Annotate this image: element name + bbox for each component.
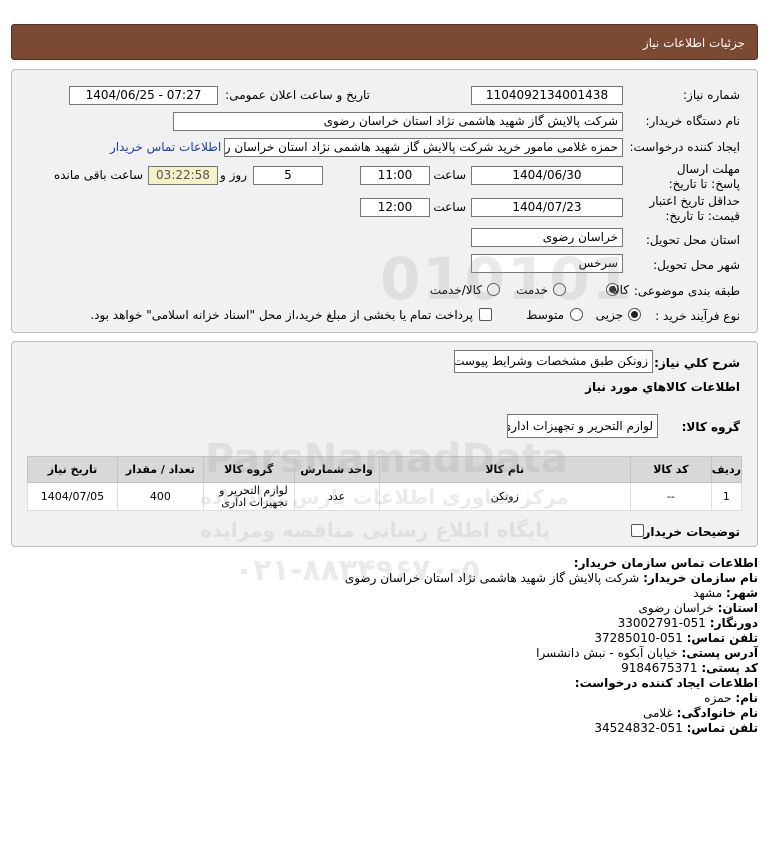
creator-label: ایجاد کننده درخواست:: [629, 140, 740, 154]
contact-org-row: نام سازمان خریدار: شرکت پالایش گاز شهید …: [345, 571, 758, 585]
deadline-date-field[interactable]: 1404/06/30: [471, 166, 623, 185]
cell-qty: 400: [116, 482, 204, 511]
province-label: استان محل تحویل:: [645, 233, 740, 247]
contact-fax-label: دورنگار:: [709, 616, 758, 630]
col-unit: واحد شمارش: [293, 456, 380, 483]
cell-group: لوازم التحریر و تجهیزات اداری: [202, 482, 295, 511]
col-group: گروه کالا: [202, 456, 295, 483]
col-date: تاریخ نیاز: [27, 456, 118, 483]
goods-info-title: اطلاعات کالاهاي مورد نياز: [585, 380, 740, 394]
category-label: طبقه بندی موضوعی:: [633, 284, 740, 298]
contact-org: شرکت پالایش گاز شهید هاشمی نژاد استان خر…: [344, 571, 640, 585]
validity-time-label: ساعت: [433, 200, 466, 214]
city-label: شهر محل تحویل:: [653, 258, 740, 272]
deadline-time-label: ساعت: [433, 168, 466, 182]
contact-postal-row: کد پستی: 9184675371: [621, 661, 758, 675]
cell-row: 1: [710, 482, 743, 511]
creator-family: غلامی: [642, 706, 673, 720]
contact-address: خیابان آبکوه - نبش دانشسرا: [536, 646, 678, 660]
buyer-notes-checkbox[interactable]: [631, 524, 644, 537]
category-radio-service[interactable]: [553, 283, 566, 296]
contact-phone-row: تلفن تماس: 051-37285010: [594, 631, 758, 645]
creator-family-label: نام خانوادگی:: [676, 706, 758, 720]
category-radio-goods-service[interactable]: [487, 283, 500, 296]
creator-phone: 051-34524832: [594, 721, 683, 735]
creator-field[interactable]: حمزه غلامی مامور خرید شرکت پالایش گاز شه…: [224, 138, 623, 157]
validity-date-field[interactable]: 1404/07/23: [471, 198, 623, 217]
cell-unit: عدد: [293, 482, 380, 511]
contact-province: خراسان رضوی: [638, 601, 714, 615]
category-option-goods: کالا: [612, 283, 629, 297]
cell-name: زونکن: [378, 482, 631, 511]
contact-phone: 051-37285010: [594, 631, 683, 645]
buyer-org-label: نام دستگاه خریدار:: [645, 114, 741, 128]
contact-address-row: آدرس پستی: خیابان آبکوه - نبش دانشسرا: [536, 646, 758, 660]
page-title: جزئیات اطلاعات نیاز: [642, 36, 745, 50]
contact-fax: 051-33002791: [617, 616, 706, 630]
contact-org-label: نام سازمان خریدار:: [643, 571, 758, 585]
process-radio-medium[interactable]: [570, 308, 583, 321]
contact-province-label: استان:: [717, 601, 758, 615]
creator-family-row: نام خانوادگی: غلامی: [643, 706, 758, 720]
table-row[interactable]: 1 -- زونکن عدد لوازم التحریر و تجهیزات ا…: [27, 482, 743, 511]
contact-address-label: آدرس پستی:: [681, 646, 758, 660]
contact-city-row: شهر: مشهد: [693, 586, 758, 600]
process-radio-minor[interactable]: [628, 308, 641, 321]
announce-field[interactable]: 1404/06/25 - 07:27: [69, 86, 218, 105]
summary-field[interactable]: زونکن طبق مشخصات وشرایط پیوست: [454, 350, 653, 373]
category-option-goods-service: کالا/خدمت: [429, 283, 482, 297]
goods-table-header: ردیف کد کالا نام کالا واحد شمارش گروه کا…: [27, 456, 743, 483]
process-option-minor: جزیی: [595, 308, 623, 322]
validity-time-field[interactable]: 12:00: [360, 198, 430, 217]
contact-city: مشهد: [693, 586, 723, 600]
group-label: گروه کالا:: [681, 420, 740, 434]
summary-label: شرح کلي نياز:: [654, 356, 740, 370]
contact-postal: 9184675371: [621, 661, 698, 675]
city-field[interactable]: سرخس: [471, 254, 623, 273]
remaining-label: ساعت باقی مانده: [53, 168, 143, 182]
category-option-service: خدمت: [516, 283, 548, 297]
need-number-field[interactable]: 1104092134001438: [471, 86, 623, 105]
creator-phone-label: تلفن تماس:: [686, 721, 758, 735]
col-code: کد کالا: [629, 456, 712, 483]
group-field[interactable]: لوازم التحرير و تجهيزات اداری: [507, 414, 658, 438]
creator-phone-row: تلفن تماس: 051-34524832: [594, 721, 758, 735]
col-row: ردیف: [710, 456, 743, 483]
need-number-label: شماره نیاز:: [683, 88, 740, 102]
creator-name-label: نام:: [735, 691, 758, 705]
process-option-medium: متوسط: [526, 308, 564, 322]
contact-phone-label: تلفن تماس:: [686, 631, 758, 645]
contact-province-row: استان: خراسان رضوی: [639, 601, 758, 615]
treasury-payment-checkbox[interactable]: [479, 308, 492, 321]
process-label: نوع فرآیند خرید :: [655, 309, 740, 323]
cell-code: --: [629, 482, 712, 511]
deadline-label: مهلت ارسال پاسخ: تا تاریخ:: [668, 162, 740, 191]
deadline-time-field[interactable]: 11:00: [360, 166, 430, 185]
cell-date: 1404/07/05: [27, 482, 118, 511]
days-field[interactable]: 5: [253, 166, 323, 185]
contact-postal-label: کد پستی:: [701, 661, 758, 675]
remaining-timer: 03:22:58: [148, 166, 218, 185]
announce-label: تاریخ و ساعت اعلان عمومی:: [225, 88, 370, 102]
contact-title: اطلاعات تماس سازمان خریدار:: [573, 556, 758, 570]
creator-info-title: اطلاعات ایجاد کننده درخواست:: [574, 676, 758, 690]
validity-label: حداقل تاریخ اعتبار قیمت: تا تاریخ:: [649, 194, 740, 223]
days-label: روز و: [220, 168, 247, 182]
creator-name: حمزه: [704, 691, 732, 705]
buyer-contact-link[interactable]: اطلاعات تماس خریدار: [110, 140, 221, 154]
province-field[interactable]: خراسان رضوی: [471, 228, 623, 247]
buyer-notes-label: توضیحات خریدار:: [638, 525, 740, 539]
treasury-payment-note: پرداخت تمام یا بخشی از مبلغ خرید،از محل …: [90, 308, 473, 322]
page-header: جزئیات اطلاعات نیاز: [11, 24, 758, 60]
buyer-org-field[interactable]: شرکت پالایش گاز شهید هاشمی نژاد استان خر…: [173, 112, 623, 131]
creator-name-row: نام: حمزه: [704, 691, 758, 705]
contact-city-label: شهر:: [726, 586, 758, 600]
col-qty: تعداد / مقدار: [116, 456, 204, 483]
goods-table: ردیف کد کالا نام کالا واحد شمارش گروه کا…: [27, 456, 743, 511]
contact-fax-row: دورنگار: 051-33002791: [618, 616, 758, 630]
col-name: نام کالا: [378, 456, 631, 483]
